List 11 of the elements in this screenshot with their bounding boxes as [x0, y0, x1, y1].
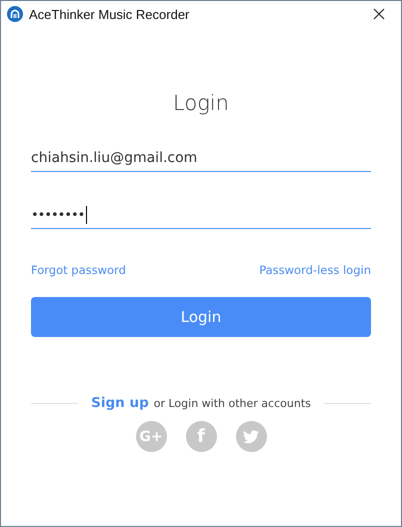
login-button[interactable]: Login — [31, 297, 371, 337]
login-heading: Login — [172, 91, 230, 115]
forgot-password-link[interactable]: Forgot password — [31, 263, 126, 277]
window-title: AceThinker Music Recorder — [29, 6, 190, 22]
other-accounts-text: or Login with other accounts — [154, 396, 311, 410]
sign-up-link[interactable]: Sign up — [91, 395, 149, 411]
passwordless-login-link[interactable]: Password-less login — [259, 263, 371, 277]
email-field[interactable]: chiahsin.liu@gmail.com — [31, 145, 371, 172]
close-icon — [373, 8, 385, 20]
app-logo-icon — [7, 6, 23, 22]
password-field[interactable]: •••••••• — [31, 202, 371, 229]
